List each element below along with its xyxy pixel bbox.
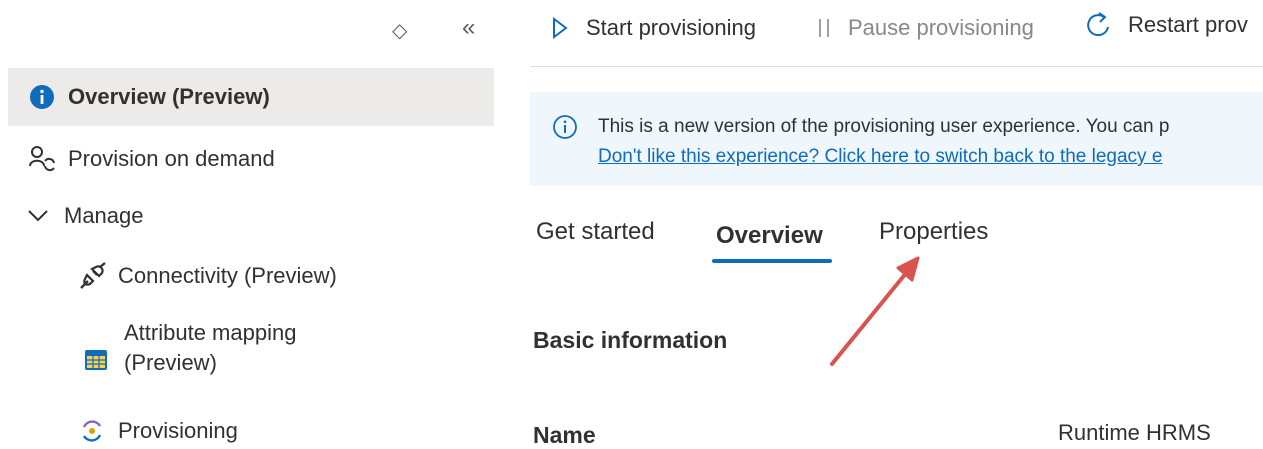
tab-get-started[interactable]: Get started: [536, 218, 655, 246]
sidebar-item-attribute-mapping[interactable]: Attribute mapping (Preview): [80, 318, 296, 378]
restart-provisioning-label: Restart prov: [1128, 12, 1248, 37]
sort-icon[interactable]: ◇: [392, 18, 407, 43]
info-outline-icon: [552, 114, 578, 145]
name-field-value: Runtime HRMS: [1058, 420, 1211, 445]
name-field-label: Name: [533, 422, 596, 448]
restart-icon: [1086, 11, 1112, 39]
sidebar-item-label-line2: (Preview): [124, 350, 217, 375]
chevron-down-icon: [22, 209, 54, 223]
cycle-icon: [76, 418, 108, 444]
start-provisioning-label: Start provisioning: [586, 15, 756, 40]
info-icon: [26, 84, 58, 110]
switch-to-legacy-link[interactable]: Don't like this experience? Click here t…: [598, 146, 1162, 168]
play-icon: [552, 17, 568, 39]
sidebar-item-label: Manage: [64, 203, 144, 228]
tab-overview[interactable]: Overview: [716, 222, 823, 250]
sidebar: ◇ « Overview (Preview) Provision on dema…: [0, 0, 520, 444]
table-icon: [80, 350, 112, 370]
user-sync-icon: [26, 144, 58, 174]
sidebar-item-label: Overview (Preview): [68, 84, 270, 109]
plug-icon: [76, 261, 108, 291]
sidebar-group-manage[interactable]: Manage: [22, 200, 144, 232]
sidebar-item-label-line1: Attribute mapping: [124, 320, 297, 345]
pause-provisioning-label: Pause provisioning: [848, 15, 1034, 40]
banner-message: This is a new version of the provisionin…: [598, 116, 1170, 137]
sidebar-item-label: Connectivity (Preview): [118, 263, 337, 288]
active-tab-indicator: [712, 259, 832, 263]
collapse-sidebar-icon[interactable]: «: [462, 14, 475, 42]
command-bar: Start provisioning Pause provisioning Re…: [530, 0, 1263, 67]
info-banner: This is a new version of the provisionin…: [530, 92, 1263, 186]
sidebar-item-provisioning[interactable]: Provisioning: [76, 414, 238, 448]
sidebar-item-overview[interactable]: Overview (Preview): [8, 68, 494, 126]
sidebar-item-label: Provision on demand: [68, 146, 275, 171]
sidebar-item-label: Provisioning: [118, 418, 238, 443]
start-provisioning-button[interactable]: Start provisioning: [552, 15, 756, 41]
section-title: Basic information: [533, 327, 728, 353]
sidebar-item-connectivity[interactable]: Connectivity (Preview): [76, 258, 337, 294]
tab-properties[interactable]: Properties: [879, 218, 988, 246]
pause-icon: [818, 17, 830, 39]
sidebar-item-provision-on-demand[interactable]: Provision on demand: [26, 142, 275, 176]
restart-provisioning-button[interactable]: Restart prov: [1086, 11, 1248, 39]
pause-provisioning-button[interactable]: Pause provisioning: [818, 15, 1034, 41]
